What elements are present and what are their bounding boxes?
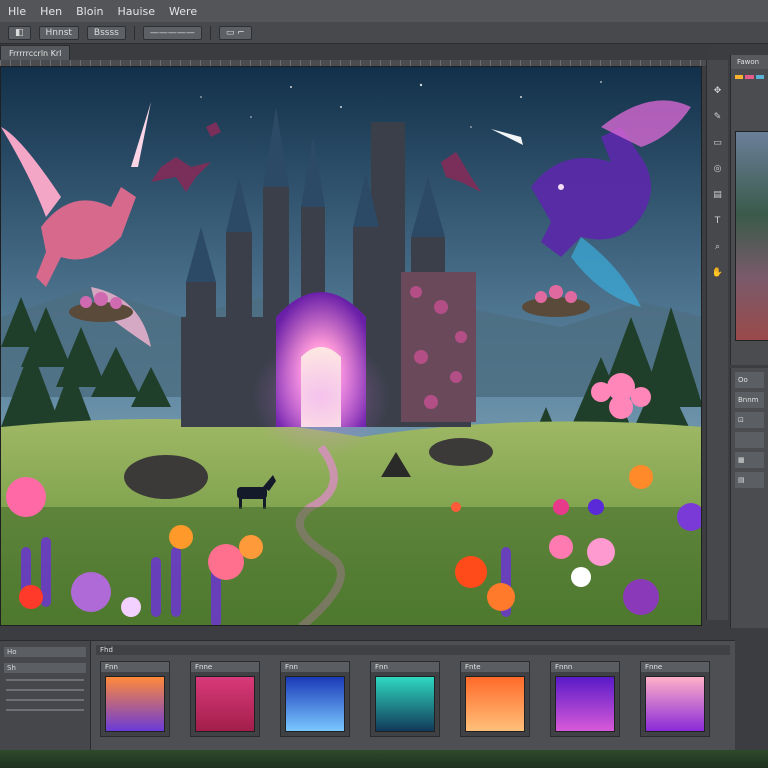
navigator-thumbnail[interactable]: [735, 131, 768, 341]
gradients-panel: Ho Sh Fhd Fnn Fnne Fnn Fnn Fnte Fnnn Fnne: [0, 640, 735, 751]
gradient-swatch[interactable]: [105, 676, 165, 732]
gradient-preset-label: Fnne: [641, 662, 709, 672]
brush-tool-icon[interactable]: ✎: [711, 110, 725, 124]
gradient-preset-label: Fnnn: [551, 662, 619, 672]
menu-item-3[interactable]: Bloin: [76, 5, 103, 18]
text-tool-icon[interactable]: T: [711, 214, 725, 228]
eraser-tool-icon[interactable]: ▭: [711, 136, 725, 150]
menu-item-2[interactable]: Hen: [40, 5, 62, 18]
gradient-preset[interactable]: Fnn: [280, 661, 350, 737]
layer-row[interactable]: Oo: [735, 372, 764, 388]
gradient-swatch[interactable]: [375, 676, 435, 732]
layer-row[interactable]: [735, 432, 764, 448]
gradient-preset[interactable]: Fnn: [100, 661, 170, 737]
zoom-tool-icon[interactable]: ⌕: [711, 240, 725, 254]
menu-bar: Hle Hen Bloin Hauise Were: [0, 0, 768, 22]
navigator-title: Fawon: [731, 55, 768, 69]
tool-preset-picker[interactable]: ◧: [8, 25, 31, 40]
bottom-left-panel: Ho Sh: [0, 641, 91, 751]
gradient-preset-label: Fnn: [281, 662, 349, 672]
layer-row[interactable]: ▦: [735, 452, 764, 468]
document-tabstrip: Frrrrrccrln Krl: [0, 44, 710, 60]
options-bar: ◧ Hnnst Bssss ————— ▭ ⌐: [0, 22, 768, 44]
bottom-left-sliders[interactable]: [6, 679, 84, 719]
gradient-swatch[interactable]: [285, 676, 345, 732]
fantasy-artwork: [1, 67, 701, 625]
gradient-swatch[interactable]: [645, 676, 705, 732]
gradient-tool-icon[interactable]: ▤: [711, 188, 725, 202]
gradient-preset[interactable]: Fnnn: [550, 661, 620, 737]
hand-tool-icon[interactable]: ✋: [711, 266, 725, 280]
bottom-left-tab[interactable]: Ho: [4, 647, 86, 657]
layers-panel: Oo Bnnm ⊡ ▦ ▤: [730, 368, 768, 628]
gradients-header: Fhd: [96, 645, 730, 655]
gradient-preset-label: Fnne: [191, 662, 259, 672]
layer-row[interactable]: ⊡: [735, 412, 764, 428]
menu-item-5[interactable]: Were: [169, 5, 197, 18]
gradient-swatch[interactable]: [555, 676, 615, 732]
bottom-left-tab[interactable]: Sh: [4, 663, 86, 673]
gradient-preset-label: Fnte: [461, 662, 529, 672]
options-separator: [133, 25, 135, 40]
option-slider[interactable]: —————: [142, 25, 202, 40]
gradient-preset[interactable]: Fnne: [640, 661, 710, 737]
clone-tool-icon[interactable]: ◎: [711, 162, 725, 176]
move-tool-icon[interactable]: ✥: [711, 84, 725, 98]
color-swatch[interactable]: [735, 75, 744, 79]
color-swatch[interactable]: [745, 75, 754, 79]
option-toggle[interactable]: ▭ ⌐: [218, 25, 252, 40]
gradient-preset[interactable]: Fnte: [460, 661, 530, 737]
background-grass: [0, 750, 768, 768]
menu-item-4[interactable]: Hauise: [118, 5, 156, 18]
navigator-panel: Fawon: [730, 55, 768, 365]
options-separator: [209, 25, 211, 40]
layer-row[interactable]: Bnnm: [735, 392, 764, 408]
menu-item-1[interactable]: Hle: [8, 5, 26, 18]
gradient-swatch[interactable]: [195, 676, 255, 732]
document-tab[interactable]: Frrrrrccrln Krl: [0, 45, 71, 60]
gradient-preset-label: Fnn: [371, 662, 439, 672]
option-1-button[interactable]: Hnnst: [38, 25, 79, 40]
color-swatch[interactable]: [755, 75, 764, 79]
layer-row[interactable]: ▤: [735, 472, 764, 488]
tools-panel: ✥ ✎ ▭ ◎ ▤ T ⌕ ✋: [706, 60, 728, 620]
gradient-swatch[interactable]: [465, 676, 525, 732]
gradient-preset[interactable]: Fnn: [370, 661, 440, 737]
gradient-preset[interactable]: Fnne: [190, 661, 260, 737]
gradient-preset-label: Fnn: [101, 662, 169, 672]
option-2-button[interactable]: Bssss: [86, 25, 126, 40]
document-canvas[interactable]: [0, 66, 702, 626]
